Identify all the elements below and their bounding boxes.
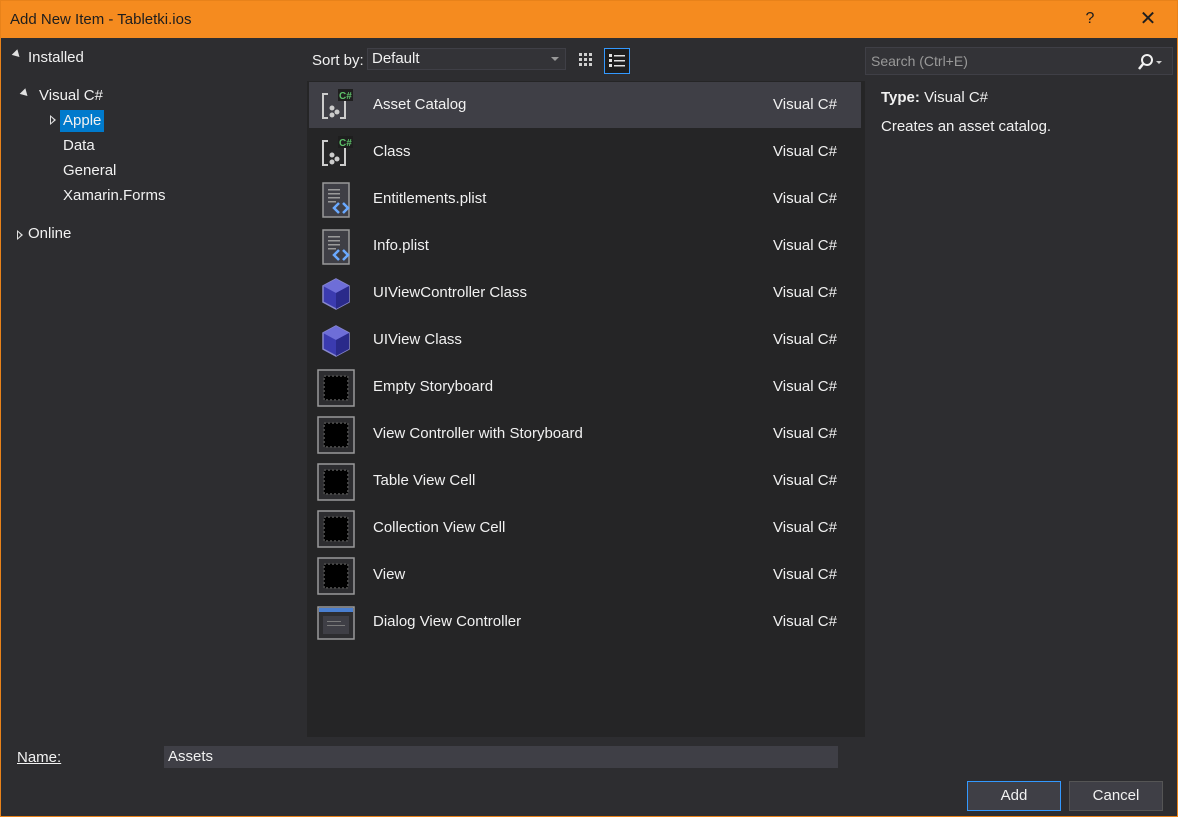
details-pane: Type: Visual C# Creates an asset catalog… [881, 89, 1171, 135]
cube-icon [317, 275, 355, 313]
title-bar: Add New Item - Tabletki.ios ? ✕ [1, 1, 1177, 38]
search-icon[interactable] [1138, 52, 1164, 72]
template-name: Class [373, 143, 411, 160]
template-row[interactable]: Empty Storyboard Visual C# [309, 364, 861, 410]
tree-item-online[interactable]: Online [28, 223, 71, 245]
expand-arrow-icon[interactable] [11, 49, 23, 60]
sort-toolbar: Sort by: Default [305, 38, 865, 78]
cube-icon [317, 322, 355, 360]
name-field[interactable]: Assets [164, 746, 838, 768]
template-row[interactable]: Table View Cell Visual C# [309, 458, 861, 504]
svg-text:C#: C# [339, 138, 352, 149]
template-name: UIView Class [373, 331, 462, 348]
template-name: View [373, 566, 406, 583]
template-name: Table View Cell [373, 472, 476, 489]
cancel-button[interactable]: Cancel [1069, 781, 1163, 811]
name-label: Name: [17, 749, 61, 766]
type-value: Visual C# [924, 89, 989, 106]
template-row[interactable]: View Visual C# [309, 552, 861, 598]
template-name: Entitlements.plist [373, 190, 487, 207]
help-button[interactable]: ? [1070, 5, 1110, 33]
template-list: C# Asset Catalog Visual C# C# Class Visual C#… [307, 81, 865, 737]
window-title: Add New Item - Tabletki.ios [10, 11, 192, 28]
template-row[interactable]: Collection View Cell Visual C# [309, 505, 861, 551]
template-type: Visual C# [773, 284, 837, 301]
list-view-icon [609, 54, 625, 67]
tree-item-general[interactable]: General [63, 160, 116, 182]
template-name: Empty Storyboard [373, 378, 494, 395]
csharp-class-icon: C# [317, 87, 355, 125]
plist-icon [317, 181, 355, 219]
template-type: Visual C# [773, 190, 837, 207]
template-type: Visual C# [773, 425, 837, 442]
template-type: Visual C# [773, 143, 837, 160]
tree-item-xamarin-forms[interactable]: Xamarin.Forms [63, 185, 166, 207]
chevron-down-icon [551, 57, 559, 61]
sort-value: Default [372, 50, 420, 67]
template-row[interactable]: Entitlements.plist Visual C# [309, 176, 861, 222]
template-row[interactable]: C# Asset Catalog Visual C# [309, 82, 861, 128]
storyboard-icon [317, 369, 355, 407]
template-name: Collection View Cell [373, 519, 506, 536]
type-label: Type: [881, 89, 920, 106]
plist-icon [317, 228, 355, 266]
storyboard-icon [317, 510, 355, 548]
template-type: Visual C# [773, 472, 837, 489]
add-new-item-dialog: Add New Item - Tabletki.ios ? ✕ Installe… [0, 0, 1178, 817]
template-name: Dialog View Controller [373, 613, 522, 630]
template-row[interactable]: UIView Class Visual C# [309, 317, 861, 363]
list-view-button[interactable] [604, 48, 630, 74]
template-name: Asset Catalog [373, 96, 467, 113]
description: Creates an asset catalog. [881, 118, 1052, 135]
template-row[interactable]: View Controller with Storyboard Visual C# [309, 411, 861, 457]
template-type: Visual C# [773, 613, 837, 630]
template-name: UIViewController Class [373, 284, 527, 301]
collapse-arrow-icon[interactable] [50, 115, 56, 125]
storyboard-icon [317, 557, 355, 595]
sort-dropdown[interactable]: Default [367, 48, 566, 70]
template-name: Info.plist [373, 237, 429, 254]
close-button[interactable]: ✕ [1128, 5, 1168, 33]
grid-view-icon [579, 53, 592, 66]
template-type: Visual C# [773, 519, 837, 536]
tree-item-installed[interactable]: Installed [28, 47, 84, 69]
tree-item-apple[interactable]: Apple [60, 110, 105, 132]
search-input[interactable]: Search (Ctrl+E) [871, 53, 968, 69]
template-type: Visual C# [773, 378, 837, 395]
template-row[interactable]: UIViewController Class Visual C# [309, 270, 861, 316]
tree-item-data[interactable]: Data [63, 135, 95, 157]
collapse-arrow-icon[interactable] [17, 230, 23, 240]
search-box[interactable]: Search (Ctrl+E) [865, 47, 1173, 75]
svg-text:C#: C# [339, 91, 352, 102]
tree-item-visual-csharp[interactable]: Visual C# [39, 85, 103, 107]
storyboard-icon [317, 463, 355, 501]
expand-arrow-icon[interactable] [19, 88, 31, 99]
footer: Name: Assets Add Cancel [1, 737, 1177, 816]
storyboard-icon [317, 416, 355, 454]
template-name: View Controller with Storyboard [373, 425, 583, 442]
name-label-text: Name: [17, 749, 62, 766]
template-type: Visual C# [773, 331, 837, 348]
template-type: Visual C# [773, 96, 837, 113]
template-row[interactable]: Dialog View Controller Visual C# [309, 599, 861, 645]
csharp-class-icon: C# [317, 134, 355, 172]
template-type: Visual C# [773, 237, 837, 254]
template-type: Visual C# [773, 566, 837, 583]
sort-label: Sort by: [312, 52, 364, 69]
template-tree: Installed Visual C# Apple Data General X… [1, 38, 305, 736]
template-row[interactable]: C# Class Visual C# [309, 129, 861, 175]
add-button[interactable]: Add [967, 781, 1061, 811]
template-row[interactable]: Info.plist Visual C# [309, 223, 861, 269]
grid-view-button[interactable] [573, 48, 599, 74]
dialog-icon [317, 604, 355, 642]
